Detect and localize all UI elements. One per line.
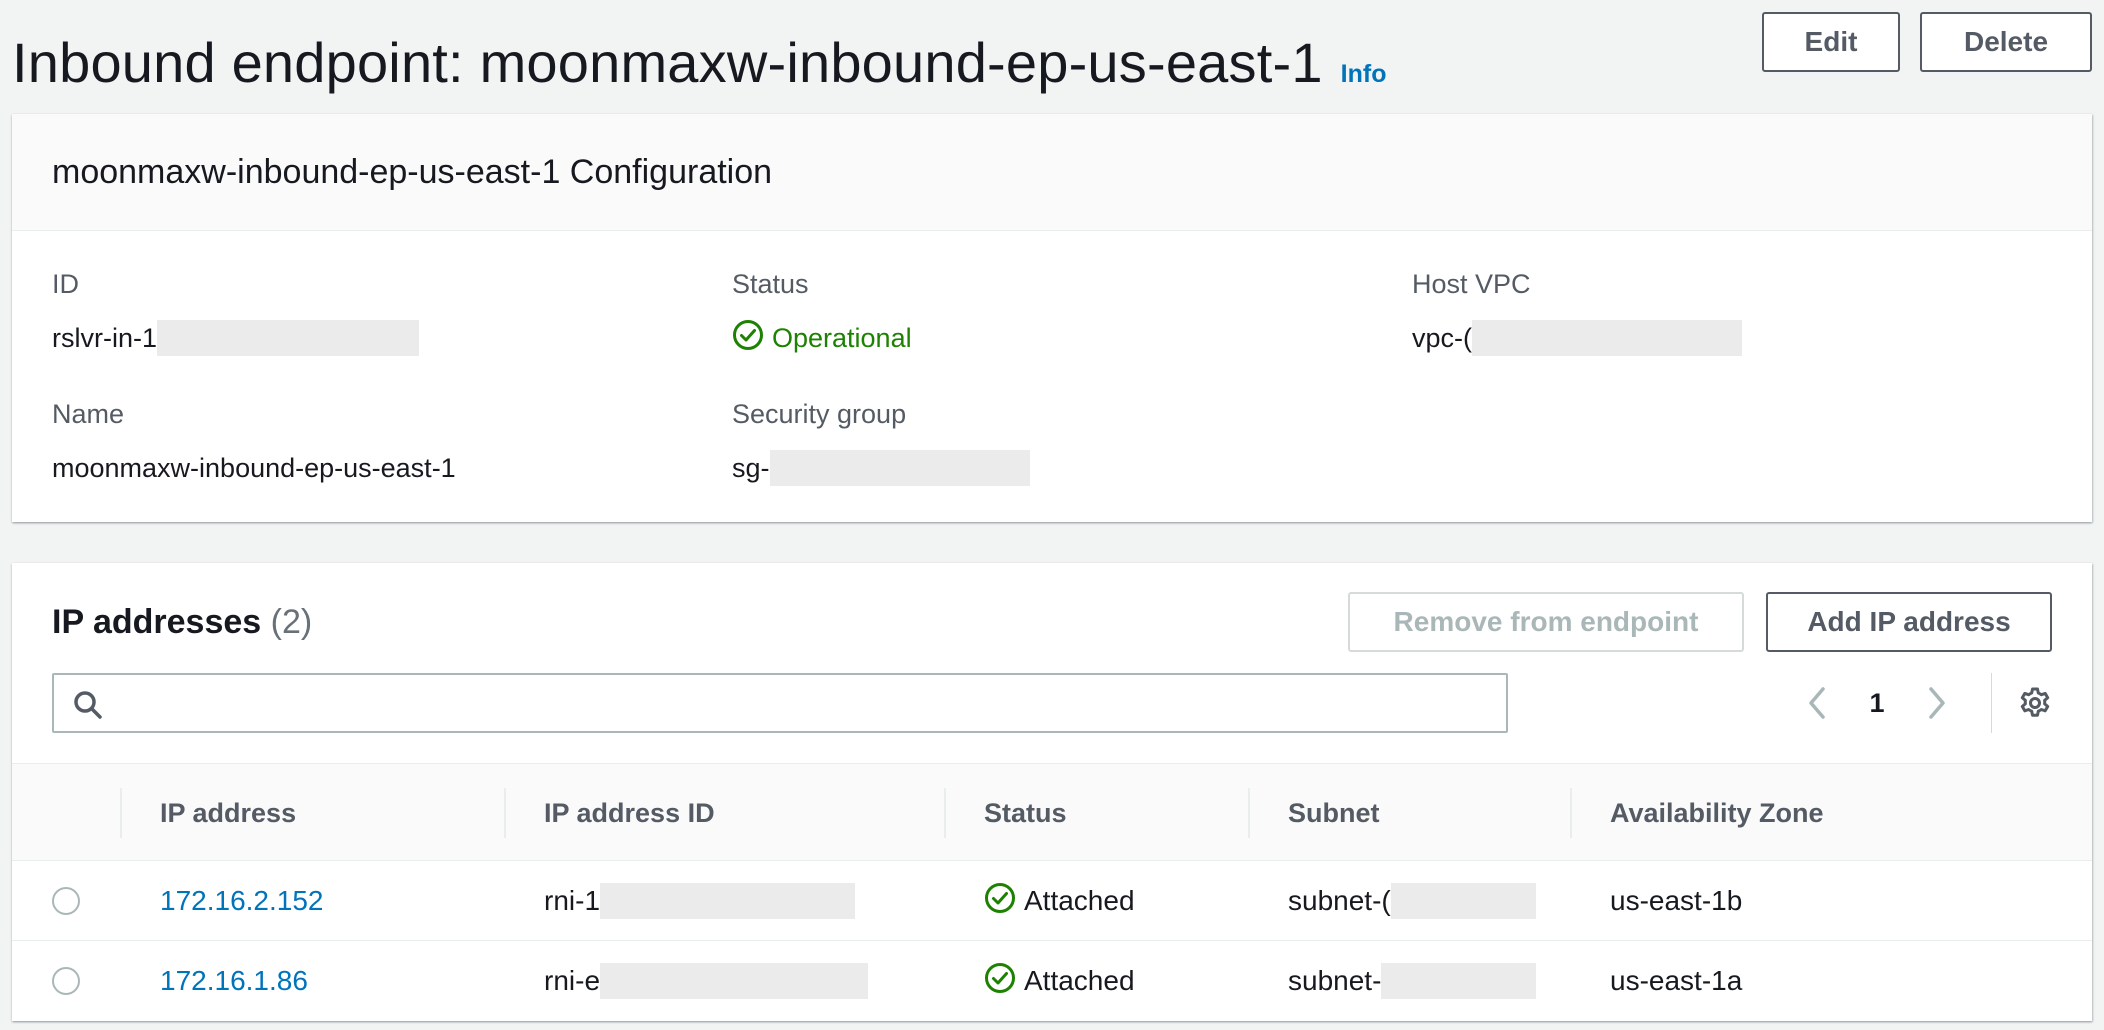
table-header: IP address IP address ID Status Subnet A… <box>12 763 2092 861</box>
redacted-block <box>157 320 419 356</box>
redacted-block <box>600 883 856 919</box>
status-cell: Attached <box>984 941 1135 1021</box>
table-row: 172.16.1.86 rni-e Attached subnet- us-ea… <box>12 941 2092 1021</box>
name-value: moonmaxw-inbound-ep-us-east-1 <box>52 452 456 483</box>
ip-address-link[interactable]: 172.16.1.86 <box>160 965 308 997</box>
search-box <box>52 673 1508 733</box>
redacted-block <box>1381 963 1537 999</box>
row-select-cell <box>52 861 80 941</box>
ip-address-link[interactable]: 172.16.2.152 <box>160 885 324 917</box>
column-divider <box>1248 788 1250 838</box>
ip-address-id: rni-e <box>544 965 601 996</box>
id-value-row: rslvr-in-1 <box>52 320 419 356</box>
remove-from-endpoint-button[interactable]: Remove from endpoint <box>1348 592 1744 652</box>
column-divider <box>120 788 122 838</box>
security-group-value: sg- <box>732 452 770 483</box>
configuration-title: moonmaxw-inbound-ep-us-east-1 Configurat… <box>52 152 773 191</box>
security-group-label: Security group <box>732 399 907 429</box>
availability-zone-cell: us-east-1a <box>1610 941 1742 1021</box>
check-circle-icon <box>732 319 764 358</box>
redacted-block <box>1390 883 1536 919</box>
subnet-value: subnet-( <box>1288 885 1391 916</box>
name-label: Name <box>52 399 125 429</box>
availability-zone: us-east-1a <box>1610 965 1743 996</box>
status-cell: Attached <box>984 861 1135 941</box>
ip-addresses-count: (2) <box>270 603 313 641</box>
host-vpc-value-row: vpc-( <box>1412 320 1742 356</box>
availability-zone: us-east-1b <box>1610 885 1743 916</box>
host-vpc-value: vpc-( <box>1412 322 1472 353</box>
table-row: 172.16.2.152 rni-1 Attached subnet-( us-… <box>12 861 2092 941</box>
ip-addresses-table: IP address IP address ID Status Subnet A… <box>12 763 2092 1021</box>
gear-icon[interactable] <box>2018 686 2052 720</box>
column-label: IP address ID <box>544 797 715 828</box>
page-title: Inbound endpoint: moonmaxw-inbound-ep-us… <box>12 31 1323 94</box>
configuration-panel: moonmaxw-inbound-ep-us-east-1 Configurat… <box>12 114 2092 522</box>
subnet-cell: subnet-( <box>1288 861 1536 941</box>
subnet-cell: subnet- <box>1288 941 1537 1021</box>
ip-addresses-title: IP addresses (2) <box>52 603 312 642</box>
ip-address-cell: 172.16.1.86 <box>160 941 308 1021</box>
id-value: rslvr-in-1 <box>52 322 157 353</box>
host-vpc-field: Host VPC vpc-( <box>1412 269 1742 356</box>
column-divider <box>504 788 506 838</box>
ip-addresses-panel: IP addresses (2) Remove from endpoint Ad… <box>12 563 2092 1021</box>
security-group-value-row: sg- <box>732 450 1030 486</box>
availability-zone-cell: us-east-1b <box>1610 861 1742 941</box>
subnet-value: subnet- <box>1288 965 1382 996</box>
host-vpc-label: Host VPC <box>1412 269 1531 299</box>
name-field: Name moonmaxw-inbound-ep-us-east-1 <box>52 399 456 486</box>
row-select-cell <box>52 941 80 1021</box>
ip-actions: Remove from endpoint Add IP address <box>1348 592 2052 652</box>
ip-address-id-cell: rni-1 <box>544 861 856 941</box>
column-ip-address-id[interactable]: IP address ID <box>504 764 715 862</box>
status-value-row: Operational <box>732 319 912 358</box>
info-link[interactable]: Info <box>1341 60 1387 89</box>
column-label: Subnet <box>1288 797 1380 828</box>
pager-divider <box>1991 673 1992 733</box>
redacted-block <box>600 963 869 999</box>
id-field: ID rslvr-in-1 <box>52 269 419 356</box>
delete-button[interactable]: Delete <box>1920 12 2092 72</box>
column-label: Availability Zone <box>1610 797 1824 828</box>
redacted-block <box>769 450 1030 486</box>
status-text: Attached <box>1024 885 1135 916</box>
pagination: 1 <box>1797 673 2052 733</box>
column-subnet[interactable]: Subnet <box>1248 764 1380 862</box>
status-value: Operational <box>772 322 912 353</box>
security-group-field: Security group sg- <box>732 399 1030 486</box>
check-circle-icon <box>984 882 1016 921</box>
column-divider <box>1570 788 1572 838</box>
column-label: IP address <box>160 797 297 828</box>
status-label: Status <box>732 269 809 299</box>
column-divider <box>944 788 946 838</box>
chevron-left-icon[interactable] <box>1797 683 1837 723</box>
configuration-header: moonmaxw-inbound-ep-us-east-1 Configurat… <box>12 114 2092 231</box>
add-ip-address-button[interactable]: Add IP address <box>1766 592 2052 652</box>
id-label: ID <box>52 269 79 299</box>
header-actions: Edit Delete <box>1762 12 2092 72</box>
column-label: Status <box>984 797 1067 828</box>
row-radio[interactable] <box>52 887 80 915</box>
ip-address-cell: 172.16.2.152 <box>160 861 324 941</box>
search-input[interactable] <box>54 675 1506 731</box>
status-field: Status Operational <box>732 269 912 356</box>
chevron-right-icon[interactable] <box>1917 683 1957 723</box>
search-icon <box>72 689 104 726</box>
status-text: Attached <box>1024 965 1135 996</box>
ip-address-id-cell: rni-e <box>544 941 869 1021</box>
page-number[interactable]: 1 <box>1837 688 1917 719</box>
redacted-block <box>1472 320 1742 356</box>
column-ip-address[interactable]: IP address <box>120 764 296 862</box>
column-status[interactable]: Status <box>944 764 1067 862</box>
ip-addresses-heading: IP addresses <box>52 603 262 641</box>
column-availability-zone[interactable]: Availability Zone <box>1570 764 1824 862</box>
page-header: Inbound endpoint: moonmaxw-inbound-ep-us… <box>12 30 1387 95</box>
configuration-body: ID rslvr-in-1 Status Operational Host VP… <box>12 231 2092 521</box>
edit-button[interactable]: Edit <box>1762 12 1900 72</box>
row-radio[interactable] <box>52 967 80 995</box>
ip-address-id: rni-1 <box>544 885 601 916</box>
check-circle-icon <box>984 962 1016 1001</box>
